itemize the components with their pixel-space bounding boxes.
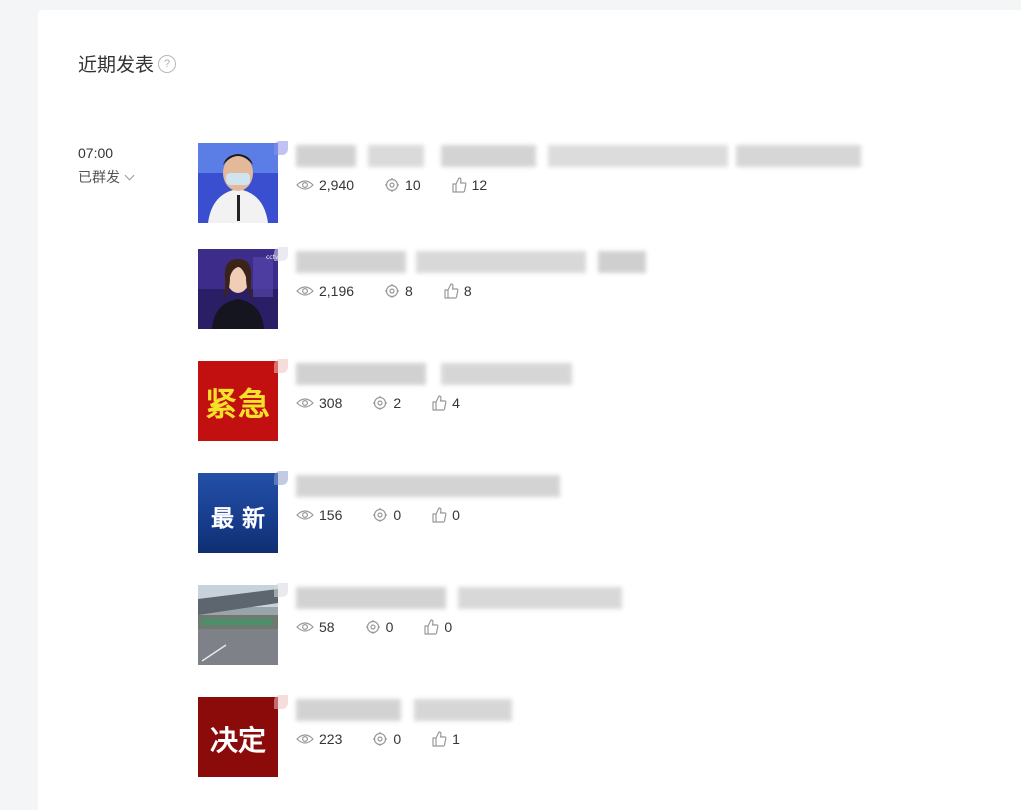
view-count: 2,196 bbox=[296, 283, 354, 299]
share-icon bbox=[373, 396, 388, 410]
thumb-corner-mark bbox=[274, 359, 288, 373]
thumbs-up-icon bbox=[424, 619, 439, 635]
share-icon bbox=[385, 178, 400, 192]
like-count: 1 bbox=[431, 731, 460, 747]
post-group-meta: 07:00 已群发 bbox=[78, 145, 188, 187]
thumb-caption: 最 新 bbox=[210, 505, 265, 532]
view-count: 2,940 bbox=[296, 177, 354, 193]
eye-icon bbox=[296, 734, 314, 744]
share-count: 0 bbox=[372, 507, 401, 523]
post-status-dropdown[interactable]: 已群发 bbox=[78, 167, 188, 187]
help-icon[interactable]: ? bbox=[158, 54, 177, 73]
view-count: 223 bbox=[296, 731, 342, 747]
share-icon bbox=[373, 732, 388, 746]
post-time: 07:00 bbox=[78, 145, 114, 161]
article-stats: 2,196 8 8 bbox=[296, 283, 502, 299]
chevron-down-icon bbox=[124, 170, 135, 180]
article-title-redacted[interactable] bbox=[296, 143, 861, 169]
eye-icon bbox=[296, 286, 314, 296]
article-stats: 156 0 0 bbox=[296, 507, 490, 523]
article-item[interactable]: 最 新 156 0 0 bbox=[198, 471, 898, 553]
article-item[interactable]: 58 0 0 bbox=[198, 583, 898, 665]
article-thumbnail[interactable]: 决定 bbox=[198, 697, 278, 777]
like-count: 0 bbox=[431, 507, 460, 523]
eye-icon bbox=[296, 510, 314, 520]
article-item[interactable]: 2,940 10 12 bbox=[198, 141, 898, 223]
eye-icon bbox=[296, 398, 314, 408]
share-count: 8 bbox=[384, 283, 413, 299]
official-press-photo bbox=[198, 143, 278, 223]
section-header: 近期发表 ? bbox=[78, 50, 177, 77]
recent-posts-panel: 近期发表 ? 07:00 已群发 2,940 10 12 cctv 2,196 … bbox=[38, 10, 1021, 810]
street-photo bbox=[198, 585, 278, 665]
like-count: 4 bbox=[431, 395, 460, 411]
share-icon bbox=[385, 284, 400, 298]
thumbs-up-icon bbox=[432, 507, 447, 523]
article-stats: 58 0 0 bbox=[296, 619, 482, 635]
article-stats: 2,940 10 12 bbox=[296, 177, 517, 193]
thumb-corner-mark bbox=[274, 247, 288, 261]
thumb-corner-mark bbox=[274, 695, 288, 709]
share-count: 2 bbox=[372, 395, 401, 411]
share-count: 10 bbox=[384, 177, 421, 193]
view-count: 156 bbox=[296, 507, 342, 523]
article-title-redacted[interactable] bbox=[296, 473, 560, 499]
eye-icon bbox=[296, 622, 314, 632]
like-count: 8 bbox=[443, 283, 472, 299]
thumbs-up-icon bbox=[444, 283, 459, 299]
article-thumbnail[interactable] bbox=[198, 143, 278, 223]
thumb-caption: 紧急 bbox=[204, 385, 271, 423]
thumb-corner-mark bbox=[274, 141, 288, 155]
article-item[interactable]: 决定 223 0 1 bbox=[198, 695, 898, 777]
like-count: 12 bbox=[451, 177, 487, 193]
thumb-corner-mark bbox=[274, 583, 288, 597]
thumbs-up-icon bbox=[432, 395, 447, 411]
view-count: 58 bbox=[296, 619, 335, 635]
article-item[interactable]: cctv 2,196 8 8 bbox=[198, 247, 898, 329]
article-thumbnail[interactable]: cctv bbox=[198, 249, 278, 329]
view-count: 308 bbox=[296, 395, 342, 411]
article-thumbnail[interactable] bbox=[198, 585, 278, 665]
article-thumbnail[interactable]: 最 新 bbox=[198, 473, 278, 553]
article-title-redacted[interactable] bbox=[296, 249, 646, 275]
share-count: 0 bbox=[372, 731, 401, 747]
article-title-redacted[interactable] bbox=[296, 585, 622, 611]
article-thumbnail[interactable]: 紧急 bbox=[198, 361, 278, 441]
article-item[interactable]: 紧急 308 2 4 bbox=[198, 359, 898, 441]
section-title: 近期发表 bbox=[78, 55, 155, 76]
share-count: 0 bbox=[365, 619, 393, 635]
like-count: 0 bbox=[423, 619, 452, 635]
share-icon bbox=[365, 620, 380, 634]
thumb-corner-mark bbox=[274, 471, 288, 485]
article-stats: 308 2 4 bbox=[296, 395, 490, 411]
eye-icon bbox=[296, 180, 314, 190]
article-title-redacted[interactable] bbox=[296, 697, 512, 723]
thumbs-up-icon bbox=[452, 177, 467, 193]
article-title-redacted[interactable] bbox=[296, 361, 572, 387]
article-stats: 223 0 1 bbox=[296, 731, 490, 747]
thumbs-up-icon bbox=[432, 731, 447, 747]
thumb-caption: 决定 bbox=[209, 724, 266, 757]
share-icon bbox=[373, 508, 388, 522]
news-anchor-photo: cctv bbox=[198, 249, 278, 329]
post-status-label: 已群发 bbox=[78, 169, 120, 185]
